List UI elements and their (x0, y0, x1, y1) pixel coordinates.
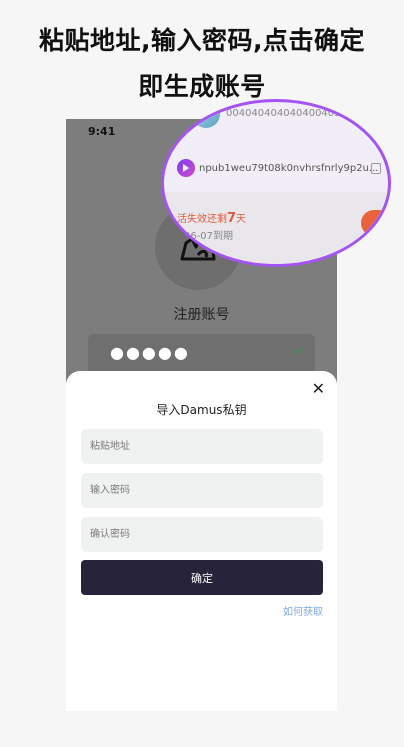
npub-row: npub1weu79t08k0nvhrsfnrly9p2u... (174, 154, 388, 184)
zoom-callout: 004040404040400403 33333 npub1weu79t08k0… (161, 99, 391, 267)
expiry-suffix: 天 (236, 214, 247, 225)
password-input[interactable] (81, 473, 323, 508)
password-field-background: ●●●●● ✓ (88, 334, 315, 374)
password-mask: ●●●●● (110, 343, 190, 362)
how-to-get-link[interactable]: 如何获取 (283, 603, 323, 618)
expiry-prefix: 活失效还剩 (177, 214, 227, 225)
expiry-days: 7 (227, 211, 237, 226)
register-account-label: 注册账号 (173, 307, 230, 323)
sheet-title: 导入Damus私钥 (156, 403, 247, 417)
confirm-password-input[interactable] (81, 517, 323, 552)
checkmark-icon: ✓ (294, 344, 305, 359)
address-input[interactable] (81, 429, 323, 464)
import-key-sheet: ✕ 导入Damus私钥 确定 如何获取 (66, 371, 337, 711)
instruction-headline: 粘贴地址,输入密码,点击确定 即生成账号 (0, 18, 404, 110)
expiry-notice: 活失效还剩7天 (177, 210, 246, 226)
confirm-button[interactable]: 确定 (81, 560, 323, 595)
account-id-text: 004040404040400403 33333 (226, 108, 376, 119)
copy-icon[interactable] (371, 163, 381, 174)
renew-button[interactable] (361, 210, 388, 236)
npub-key-text: npub1weu79t08k0nvhrsfnrly9p2u... (199, 163, 379, 174)
status-bar-time: 9:41 (88, 125, 116, 138)
damus-logo-icon (177, 159, 195, 177)
expiry-date: 2-06-07到期 (174, 231, 234, 242)
instruction-line-1: 粘贴地址,输入密码,点击确定 (39, 26, 365, 55)
profile-avatar (192, 102, 220, 128)
close-icon[interactable]: ✕ (312, 379, 325, 398)
